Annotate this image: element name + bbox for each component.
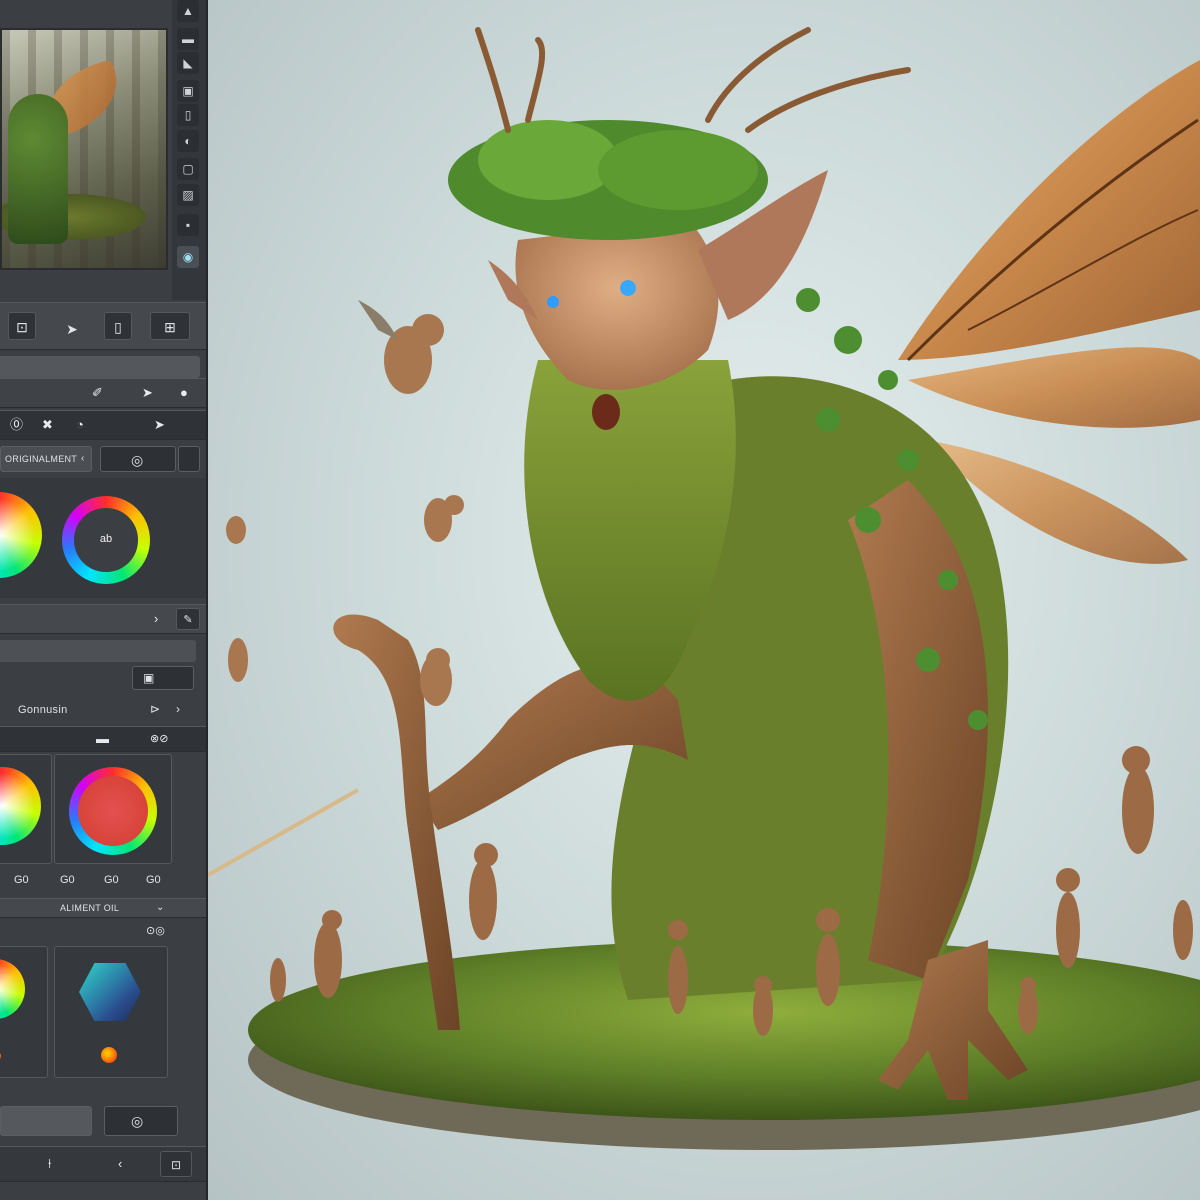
blend-mode-label: ORIGINALMENT — [5, 454, 78, 464]
chevron-left-icon: ‹ — [81, 453, 85, 464]
main-toolbar: ⊡ ➤ ▯ ⊞ — [0, 302, 206, 350]
chevron-down-icon[interactable]: ⌄ — [156, 902, 165, 913]
toggle-icon[interactable]: ⊙◎ — [146, 920, 165, 942]
property-strip[interactable] — [0, 640, 196, 662]
paintbrush — [208, 788, 359, 877]
color-dot[interactable] — [0, 1051, 1, 1061]
tool-strip: ALIMENT OIL ⌄ — [0, 898, 206, 918]
chevron-icon[interactable]: › — [176, 702, 180, 716]
layers-icon[interactable]: ▬ — [177, 28, 199, 50]
tool-strip-label: ALIMENT OIL — [60, 903, 120, 913]
value-1: G0 — [14, 874, 29, 886]
footer-bar: ⍿ ‹ ⊡ — [0, 1146, 206, 1182]
link-icon[interactable]: ⊗⊘ — [150, 728, 168, 750]
blob-icon[interactable]: ● — [180, 382, 188, 404]
edit-icon[interactable]: ✎ — [176, 608, 200, 630]
layer-icon[interactable]: ▢ — [177, 158, 199, 180]
section-header: › ✎ — [0, 604, 206, 634]
thumbnail-creature — [8, 94, 68, 244]
swatch-tile-b[interactable] — [54, 754, 172, 864]
slider-handle[interactable]: ▬ — [96, 728, 109, 750]
swatch-tile-c[interactable] — [0, 946, 48, 1078]
frame-icon[interactable]: ▯ — [104, 312, 132, 340]
chevron-right-icon[interactable]: › — [154, 608, 158, 630]
dropdown-arrow-button[interactable] — [178, 446, 200, 472]
section-title: Gonnusin — [18, 704, 68, 716]
arrow-up-icon[interactable]: ▲ — [177, 0, 199, 22]
hexagon-swatch[interactable] — [79, 963, 141, 1021]
tool-options-bar: ✐ ➤ ● — [0, 378, 206, 408]
chevron-left-icon[interactable]: ‹ — [118, 1153, 122, 1175]
frame-icon[interactable]: ▯ — [177, 104, 199, 126]
cursor-icon[interactable]: ➤ — [142, 382, 153, 404]
layer-strip[interactable] — [0, 356, 200, 378]
flying-sprites — [226, 300, 464, 706]
brush-options-bar: ⓪ ✖ ◔ ➤ — [0, 410, 206, 440]
square-icon[interactable]: ▪ — [177, 214, 199, 236]
toggle-field[interactable]: ▣ — [132, 666, 194, 690]
arrow-right-icon[interactable]: ➤ — [154, 414, 165, 436]
triangle-icon[interactable]: ◣ — [177, 52, 199, 74]
color-ring[interactable]: ab — [62, 496, 150, 584]
contrast-icon[interactable]: ◐ — [177, 130, 199, 152]
hue-wheel[interactable] — [0, 492, 42, 578]
swatch-tile-a[interactable] — [0, 754, 52, 864]
opacity-field[interactable]: ◎ — [100, 446, 176, 472]
value-3: G0 — [104, 874, 119, 886]
eye-icon: ◎ — [131, 452, 144, 468]
artwork-canvas[interactable] — [208, 0, 1200, 1200]
hue-wheel-mini[interactable] — [0, 959, 25, 1019]
pen-icon[interactable]: ✐ — [92, 382, 103, 404]
artwork-thumbnail[interactable] — [0, 28, 168, 270]
accent-dot[interactable] — [101, 1047, 117, 1063]
select-icon[interactable]: ⊡ — [8, 312, 36, 340]
grid-icon[interactable]: ⊞ — [150, 312, 190, 340]
swatch-tile-d[interactable] — [54, 946, 168, 1078]
eye-icon: ◎ — [131, 1113, 144, 1129]
forest-spirit-illustration — [208, 27, 1200, 1150]
flag-icon[interactable]: ⊳ — [150, 702, 160, 716]
value-2: G0 — [60, 874, 75, 886]
editor-panel: ▲ ▬ ◣ ▣ ▯ ◐ ▢ ▨ ▪ ◉ ⊡ ➤ ▯ ⊞ ✐ ➤ ● ⓪ ✖ ◔ … — [0, 0, 208, 1200]
value-4: G0 — [146, 874, 161, 886]
red-color-wheel[interactable] — [69, 767, 157, 855]
hue-wheel-small[interactable] — [0, 767, 41, 845]
leaf-crown — [448, 27, 911, 240]
preview-toggle[interactable]: ◎ — [104, 1106, 178, 1136]
bottom-field-row: ◎ — [0, 1104, 206, 1140]
square-icon: ▣ — [143, 671, 155, 685]
slider-bar[interactable]: ▬ ⊗⊘ — [0, 726, 206, 752]
pipe-icon[interactable]: ⍿ — [48, 1153, 51, 1175]
export-icon[interactable]: ⊡ — [160, 1151, 192, 1177]
image-icon[interactable]: ▨ — [177, 184, 199, 206]
move-icon[interactable]: ➤ — [58, 315, 86, 343]
swatch-header: ⊙◎ — [0, 920, 206, 942]
blend-mode-dropdown[interactable]: ORIGINALMENT ‹ — [0, 446, 92, 472]
tool-rail: ▲ ▬ ◣ ▣ ▯ ◐ ▢ ▨ ▪ ◉ — [172, 0, 206, 300]
image-icon[interactable]: ▣ — [177, 80, 199, 102]
eye-icon[interactable]: ◉ — [177, 246, 199, 268]
color-ring-label: ab — [99, 533, 113, 545]
shapes-icon[interactable]: ✖ — [42, 414, 53, 436]
circle-icon[interactable]: ⓪ — [10, 414, 23, 436]
name-input[interactable] — [0, 1106, 92, 1136]
color-section: ab — [0, 478, 206, 598]
ring-icon[interactable]: ◔ — [76, 414, 84, 436]
